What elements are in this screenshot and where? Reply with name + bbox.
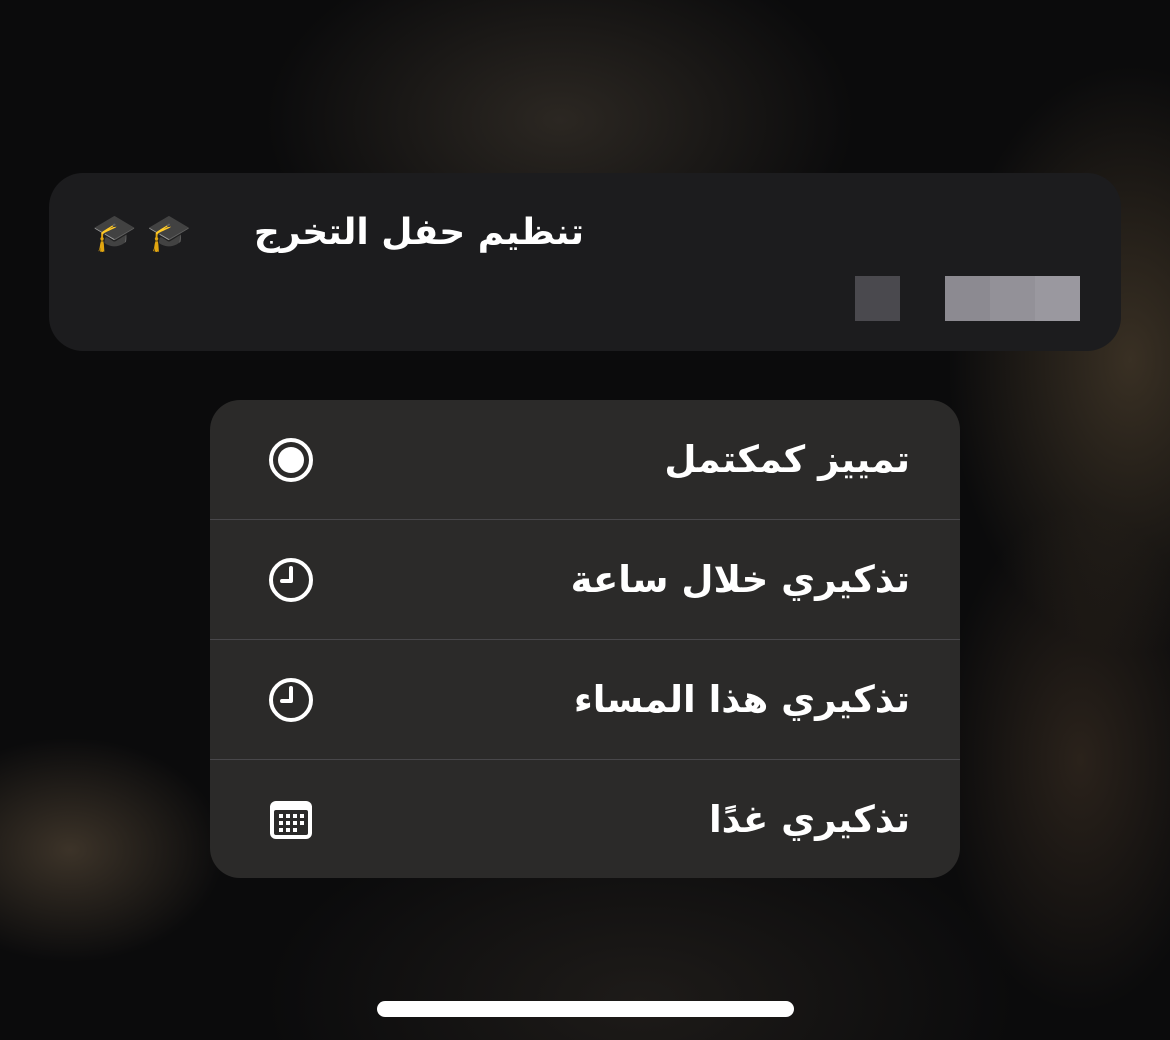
mark-completed-menu-item[interactable]: تمييز كمكتمل bbox=[210, 400, 960, 519]
redacted-block bbox=[855, 276, 900, 321]
reminder-title: تنظيم حفل التخرج bbox=[253, 212, 584, 253]
menu-item-label: تذكيري هذا المساء bbox=[573, 678, 910, 721]
redacted-block bbox=[945, 276, 1080, 321]
remind-this-evening-menu-item[interactable]: تذكيري هذا المساء bbox=[210, 639, 960, 759]
menu-item-label: تذكيري غدًا bbox=[708, 798, 910, 841]
menu-item-label: تذكيري خلال ساعة bbox=[570, 558, 910, 601]
circle-check-icon bbox=[269, 438, 313, 482]
home-indicator[interactable] bbox=[377, 1001, 794, 1017]
remind-tomorrow-menu-item[interactable]: تذكيري غدًا bbox=[210, 759, 960, 878]
calendar-icon bbox=[270, 801, 312, 839]
reminder-preview-card[interactable] bbox=[49, 173, 1121, 351]
context-menu: تمييز كمكتمل تذكيري خلال ساعة تذكيري هذا… bbox=[210, 400, 960, 878]
clock-icon bbox=[269, 678, 313, 722]
graduation-cap-emoji: 🎓🎓 bbox=[92, 213, 202, 254]
clock-icon bbox=[269, 558, 313, 602]
menu-item-label: تمييز كمكتمل bbox=[664, 438, 910, 481]
remind-in-an-hour-menu-item[interactable]: تذكيري خلال ساعة bbox=[210, 519, 960, 639]
